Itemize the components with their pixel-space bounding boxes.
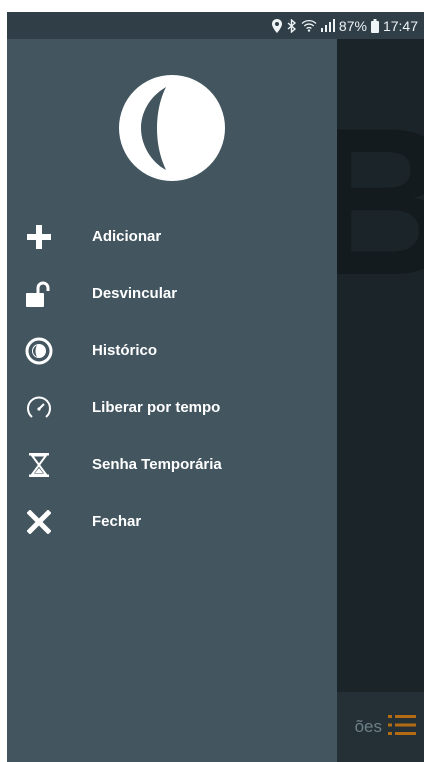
drawer-menu: Adicionar Desvincular Histórico Liberar … [7,208,337,550]
bluetooth-icon [287,18,297,33]
speedometer-icon [24,393,54,423]
menu-item-senha-temporaria[interactable]: Senha Temporária [7,436,337,493]
history-eye-icon [24,336,54,366]
menu-item-label: Liberar por tempo [92,399,221,416]
clock: 17:47 [382,17,418,34]
wifi-icon [301,19,317,32]
menu-item-desvincular[interactable]: Desvincular [7,265,337,322]
signal-icon [320,19,335,32]
location-icon [271,18,283,33]
menu-item-label: Adicionar [92,228,162,245]
list-menu-icon[interactable] [388,713,416,742]
menu-item-label: Fechar [92,513,142,530]
bottom-bar-label[interactable]: ões [355,717,382,737]
status-bar: 87% 17:47 [7,12,424,39]
plus-icon [24,222,54,252]
navigation-drawer: Adicionar Desvincular Histórico Liberar … [7,39,337,762]
menu-item-label: Histórico [92,342,158,359]
app-screen: 87% 17:47 B ões Adicionar Desvincular Hi… [7,12,424,762]
half-moon-logo-icon [119,75,225,181]
menu-item-historico[interactable]: Histórico [7,322,337,379]
battery-percent: 87% [338,17,367,34]
close-icon [24,507,54,537]
menu-item-label: Senha Temporária [92,456,222,473]
menu-item-liberar-por-tempo[interactable]: Liberar por tempo [7,379,337,436]
unlocked-padlock-icon [24,279,54,309]
menu-item-adicionar[interactable]: Adicionar [7,208,337,265]
battery-icon [370,18,379,33]
hourglass-icon [24,450,54,480]
menu-item-label: Desvincular [92,285,178,302]
menu-item-fechar[interactable]: Fechar [7,493,337,550]
